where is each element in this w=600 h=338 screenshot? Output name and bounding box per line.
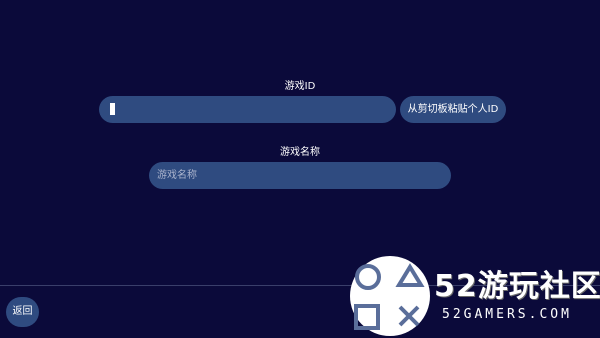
text-cursor bbox=[110, 103, 115, 115]
watermark-subtitle: 52GAMERS.COM bbox=[442, 307, 572, 322]
paste-from-clipboard-button[interactable]: 从剪切板粘贴个人ID bbox=[400, 96, 506, 123]
playstation-symbols-icon bbox=[350, 256, 430, 336]
watermark-title: 52游玩社区 bbox=[434, 269, 600, 304]
game-id-label: 游戏ID bbox=[284, 81, 316, 92]
game-name-label: 游戏名称 bbox=[280, 147, 320, 158]
watermark-logo: 52游玩社区 52GAMERS.COM bbox=[348, 255, 600, 338]
game-name-input[interactable]: 游戏名称 bbox=[149, 162, 451, 189]
game-id-input[interactable] bbox=[99, 96, 396, 123]
back-button[interactable]: 返回 bbox=[6, 297, 39, 327]
